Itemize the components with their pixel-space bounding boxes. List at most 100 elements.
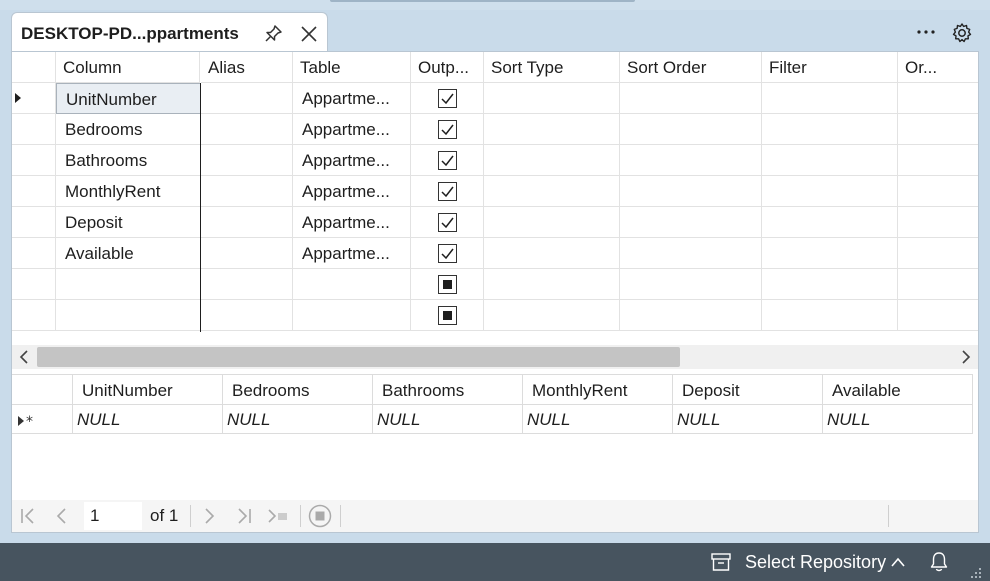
cell-table[interactable]: Appartme... <box>293 176 411 207</box>
cell-or[interactable] <box>898 238 978 269</box>
cell-output[interactable] <box>411 300 484 331</box>
last-record-icon[interactable] <box>234 506 254 526</box>
cell-or[interactable] <box>898 300 978 331</box>
header-or[interactable]: Or... <box>898 52 978 83</box>
cell-column[interactable] <box>56 269 201 300</box>
output-checkbox[interactable] <box>438 151 457 170</box>
cell-filter[interactable] <box>762 300 898 331</box>
select-repository-label[interactable]: Select Repository <box>745 552 886 573</box>
output-checkbox[interactable] <box>438 213 457 232</box>
row-header[interactable] <box>12 207 56 238</box>
scrollbar-thumb[interactable] <box>37 347 680 367</box>
next-record-icon[interactable] <box>199 506 219 526</box>
stop-icon[interactable] <box>308 504 332 528</box>
row-header[interactable] <box>12 114 56 145</box>
cell-column[interactable]: Bathrooms <box>56 145 201 176</box>
output-checkbox[interactable] <box>438 120 457 139</box>
cell-sort-type[interactable] <box>484 207 620 238</box>
header-alias[interactable]: Alias <box>201 52 293 83</box>
results-header-deposit[interactable]: Deposit <box>673 374 823 405</box>
cell-or[interactable] <box>898 269 978 300</box>
cell-filter[interactable] <box>762 83 898 114</box>
cell-column[interactable]: Deposit <box>56 207 201 238</box>
cell-output[interactable] <box>411 269 484 300</box>
results-header-bathrooms[interactable]: Bathrooms <box>373 374 523 405</box>
gear-icon[interactable] <box>950 21 974 45</box>
cell-table[interactable]: Appartme... <box>293 207 411 238</box>
pin-icon[interactable] <box>262 23 284 45</box>
cell-column[interactable]: Available <box>56 238 201 269</box>
results-header-unitnumber[interactable]: UnitNumber <box>73 374 223 405</box>
output-checkbox[interactable] <box>438 182 457 201</box>
cell-output[interactable] <box>411 83 484 114</box>
results-header-bedrooms[interactable]: Bedrooms <box>223 374 373 405</box>
page-number-input[interactable]: 1 <box>84 502 142 530</box>
more-options-icon[interactable] <box>914 21 938 43</box>
scroll-right-icon[interactable] <box>958 349 974 365</box>
cell-filter[interactable] <box>762 145 898 176</box>
cell-sort-order[interactable] <box>620 83 762 114</box>
cell-sort-type[interactable] <box>484 238 620 269</box>
cell-output[interactable] <box>411 238 484 269</box>
results-header-available[interactable]: Available <box>823 374 973 405</box>
cell-column[interactable]: MonthlyRent <box>56 176 201 207</box>
row-header[interactable] <box>12 145 56 176</box>
output-checkbox-indeterminate[interactable] <box>438 306 457 325</box>
bell-icon[interactable] <box>929 551 949 573</box>
first-record-icon[interactable] <box>18 506 38 526</box>
cell-column[interactable] <box>56 300 201 331</box>
cell-filter[interactable] <box>762 238 898 269</box>
cell-table[interactable] <box>293 300 411 331</box>
cell-alias[interactable] <box>201 114 293 145</box>
resize-grip-icon[interactable] <box>970 567 982 579</box>
close-icon[interactable] <box>298 23 320 45</box>
results-cell-bathrooms[interactable]: NULL <box>373 405 523 434</box>
cell-sort-order[interactable] <box>620 207 762 238</box>
cell-filter[interactable] <box>762 207 898 238</box>
results-row-header[interactable] <box>12 405 73 434</box>
chevron-up-icon[interactable] <box>890 555 906 569</box>
cell-alias[interactable] <box>201 300 293 331</box>
header-sort-type[interactable]: Sort Type <box>484 52 620 83</box>
cell-sort-order[interactable] <box>620 145 762 176</box>
results-cell-bedrooms[interactable]: NULL <box>223 405 373 434</box>
document-tab[interactable]: DESKTOP-PD...ppartments <box>11 12 328 53</box>
new-record-icon[interactable] <box>266 506 292 526</box>
cell-alias[interactable] <box>201 176 293 207</box>
cell-or[interactable] <box>898 207 978 238</box>
cell-alias[interactable] <box>201 145 293 176</box>
cell-sort-order[interactable] <box>620 176 762 207</box>
output-checkbox[interactable] <box>438 89 457 108</box>
results-cell-deposit[interactable]: NULL <box>673 405 823 434</box>
header-filter[interactable]: Filter <box>762 52 898 83</box>
cell-sort-type[interactable] <box>484 269 620 300</box>
cell-sort-order[interactable] <box>620 269 762 300</box>
row-header[interactable] <box>12 83 56 114</box>
cell-alias[interactable] <box>201 83 293 114</box>
cell-sort-type[interactable] <box>484 83 620 114</box>
header-output[interactable]: Outp... <box>411 52 484 83</box>
scroll-left-icon[interactable] <box>16 349 32 365</box>
cell-output[interactable] <box>411 176 484 207</box>
cell-filter[interactable] <box>762 114 898 145</box>
row-header[interactable] <box>12 238 56 269</box>
cell-filter[interactable] <box>762 176 898 207</box>
results-cell-monthlyrent[interactable]: NULL <box>523 405 673 434</box>
cell-output[interactable] <box>411 207 484 238</box>
cell-sort-type[interactable] <box>484 300 620 331</box>
horizontal-scrollbar[interactable] <box>12 345 978 369</box>
cell-sort-order[interactable] <box>620 238 762 269</box>
results-cell-available[interactable]: NULL <box>823 405 973 434</box>
cell-table[interactable]: Appartme... <box>293 145 411 176</box>
cell-sort-order[interactable] <box>620 114 762 145</box>
row-header[interactable] <box>12 269 56 300</box>
cell-alias[interactable] <box>201 207 293 238</box>
cell-table[interactable]: Appartme... <box>293 83 411 114</box>
results-cell-unitnumber[interactable]: NULL <box>73 405 223 434</box>
cell-or[interactable] <box>898 114 978 145</box>
cell-sort-type[interactable] <box>484 114 620 145</box>
cell-or[interactable] <box>898 83 978 114</box>
cell-table[interactable] <box>293 269 411 300</box>
cell-sort-order[interactable] <box>620 300 762 331</box>
repository-icon[interactable] <box>710 552 732 572</box>
